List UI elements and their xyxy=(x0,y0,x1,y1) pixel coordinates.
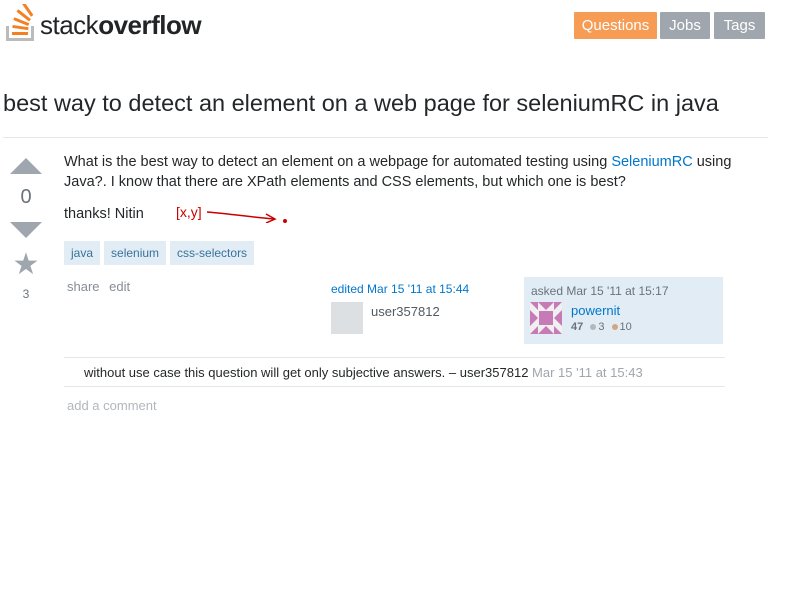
coordinate-annotation-label: [x,y] xyxy=(176,204,202,220)
favorite-count: 3 xyxy=(22,287,30,301)
share-link[interactable]: share xyxy=(67,279,100,294)
downvote-arrow-icon[interactable] xyxy=(10,222,42,238)
asker-username-link[interactable]: powernit xyxy=(571,303,620,318)
favorite-star-icon[interactable]: ★ xyxy=(11,250,41,280)
tag-selenium[interactable]: selenium xyxy=(104,241,167,265)
question-thanks: thanks! Nitin xyxy=(64,206,144,222)
editor-username: user357812 xyxy=(371,304,440,319)
body-text-part1: What is the best way to detect an elemen… xyxy=(64,154,612,170)
annotation-target-dot xyxy=(283,219,287,223)
upvote-arrow-icon[interactable] xyxy=(10,158,42,174)
comment-time[interactable]: Mar 15 '11 at 15:43 xyxy=(528,365,643,380)
question-title[interactable]: best way to detect an element on a web p… xyxy=(3,90,719,117)
comment-item: without use case this question will get … xyxy=(84,365,643,380)
asker-reputation: 47 3 10 xyxy=(571,321,632,333)
comments-divider-top xyxy=(64,357,725,358)
editor-avatar[interactable] xyxy=(331,302,363,334)
edited-signature: edited Mar 15 '11 at 15:44 user357812 xyxy=(331,282,491,334)
nav-tags-button[interactable]: Tags xyxy=(714,12,765,39)
annotation-arrow-icon xyxy=(206,211,277,223)
add-comment-link[interactable]: add a comment xyxy=(67,398,157,413)
question-body: What is the best way to detect an elemen… xyxy=(64,152,744,236)
tag-css-selectors[interactable]: css-selectors xyxy=(170,241,255,265)
question-paragraph: What is the best way to detect an elemen… xyxy=(64,152,744,192)
vote-count: 0 xyxy=(20,186,32,208)
bronze-badge-icon xyxy=(611,324,618,331)
post-menu: share edit xyxy=(67,279,136,294)
asked-time: asked Mar 15 '11 at 15:17 xyxy=(531,284,669,298)
nav-questions-button[interactable]: Questions xyxy=(574,12,657,39)
reputation-score: 47 xyxy=(571,321,584,333)
comment-text: without use case this question will get … xyxy=(84,365,529,380)
comments-divider-bottom xyxy=(64,386,725,387)
tag-java[interactable]: java xyxy=(64,241,101,265)
identicon-avatar-icon[interactable] xyxy=(530,302,562,334)
edited-time-link[interactable]: edited Mar 15 '11 at 15:44 xyxy=(331,282,491,296)
logo-wordmark: stackoverflow xyxy=(40,10,202,40)
stackoverflow-logo-icon xyxy=(6,4,34,41)
asked-signature-card: asked Mar 15 '11 at 15:17 powernit 47 3 … xyxy=(524,277,723,344)
nav-jobs-button[interactable]: Jobs xyxy=(660,12,710,39)
seleniumrc-link[interactable]: SeleniumRC xyxy=(611,154,692,170)
silver-badge-count: 3 xyxy=(598,321,605,333)
tag-list: java selenium css-selectors xyxy=(64,241,258,265)
edit-link[interactable]: edit xyxy=(109,279,130,294)
title-divider xyxy=(3,137,768,138)
bronze-badge-count: 10 xyxy=(619,321,632,333)
silver-badge-icon xyxy=(590,324,597,331)
